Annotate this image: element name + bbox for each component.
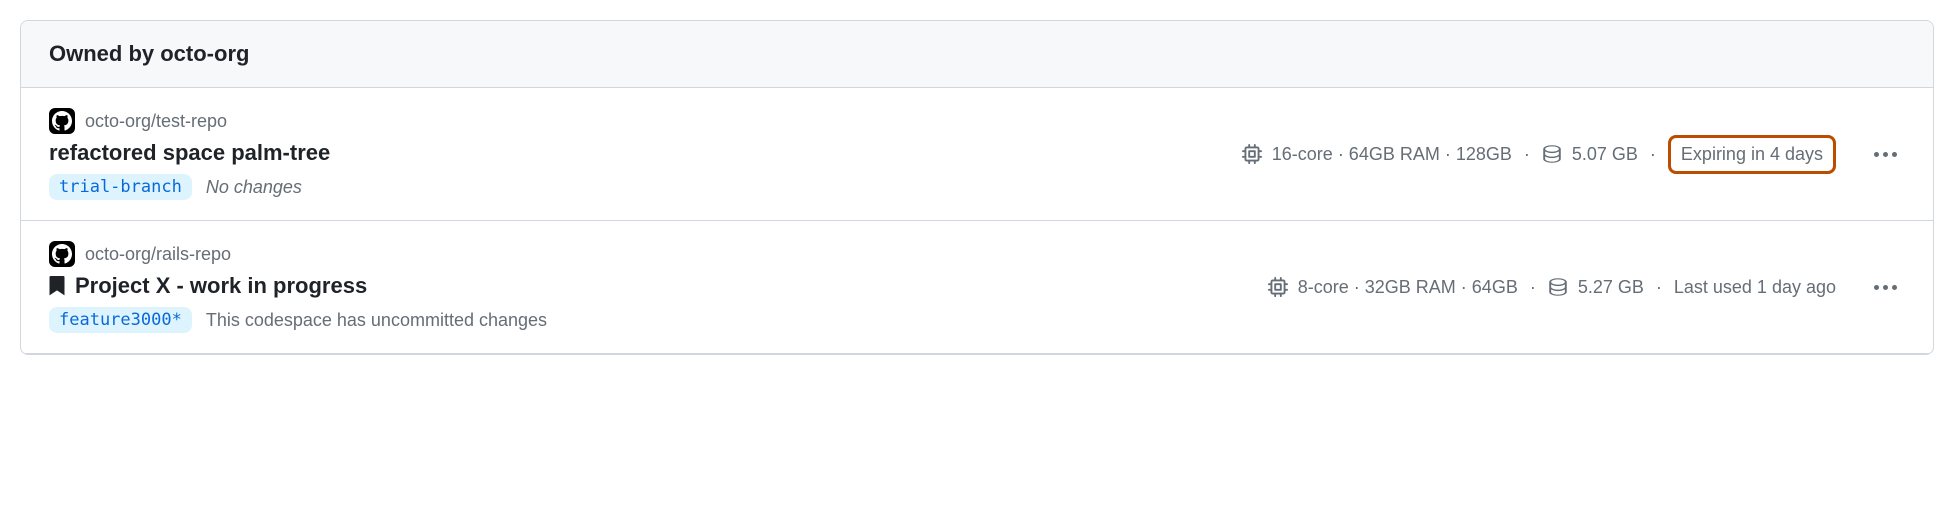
codespaces-panel: Owned by octo-org octo-org/test-repo ref… [20, 20, 1934, 355]
separator: · [1528, 277, 1538, 298]
separator: · [1654, 277, 1664, 298]
panel-header: Owned by octo-org [21, 21, 1933, 88]
separator: · [1648, 144, 1658, 165]
codespace-name-line: refactored space palm-tree [49, 140, 1222, 166]
disk-usage: 5.07 GB [1572, 144, 1638, 165]
branch-tag[interactable]: trial-branch [49, 174, 192, 200]
codespace-meta: 16-core · 64GB RAM · 128GB · 5.07 GB · E… [1242, 135, 1905, 174]
codespace-meta: 8-core · 32GB RAM · 64GB · 5.27 GB · Las… [1268, 277, 1905, 298]
status-label: Last used 1 day ago [1674, 277, 1836, 298]
repo-line: octo-org/test-repo [49, 108, 1222, 134]
cpu-icon [1268, 277, 1288, 297]
codespace-info: octo-org/test-repo refactored space palm… [49, 108, 1222, 200]
codespace-name-line: Project X - work in progress [49, 273, 1248, 299]
branch-tag[interactable]: feature3000* [49, 307, 192, 333]
panel-title: Owned by octo-org [49, 41, 1905, 67]
cpu-icon [1242, 144, 1262, 164]
change-status: No changes [206, 177, 302, 198]
database-icon [1548, 277, 1568, 297]
codespace-row: octo-org/test-repo refactored space palm… [21, 88, 1933, 221]
repo-link[interactable]: octo-org/test-repo [85, 111, 227, 132]
codespace-row: octo-org/rails-repo Project X - work in … [21, 221, 1933, 354]
repo-link[interactable]: octo-org/rails-repo [85, 244, 231, 265]
bookmark-icon [49, 276, 65, 296]
codespace-name-link[interactable]: refactored space palm-tree [49, 140, 330, 166]
separator: · [1522, 144, 1532, 165]
machine-spec: 16-core · 64GB RAM · 128GB [1272, 144, 1512, 165]
status-label: Expiring in 4 days [1668, 135, 1836, 174]
change-status: This codespace has uncommitted changes [206, 310, 547, 331]
machine-spec: 8-core · 32GB RAM · 64GB [1298, 277, 1518, 298]
branch-line: trial-branch No changes [49, 174, 1222, 200]
kebab-menu-button[interactable] [1866, 144, 1905, 165]
github-icon [49, 108, 75, 134]
branch-line: feature3000* This codespace has uncommit… [49, 307, 1248, 333]
disk-usage: 5.27 GB [1578, 277, 1644, 298]
github-icon [49, 241, 75, 267]
database-icon [1542, 144, 1562, 164]
codespace-name-link[interactable]: Project X - work in progress [75, 273, 367, 299]
codespace-info: octo-org/rails-repo Project X - work in … [49, 241, 1248, 333]
kebab-menu-button[interactable] [1866, 277, 1905, 298]
repo-line: octo-org/rails-repo [49, 241, 1248, 267]
